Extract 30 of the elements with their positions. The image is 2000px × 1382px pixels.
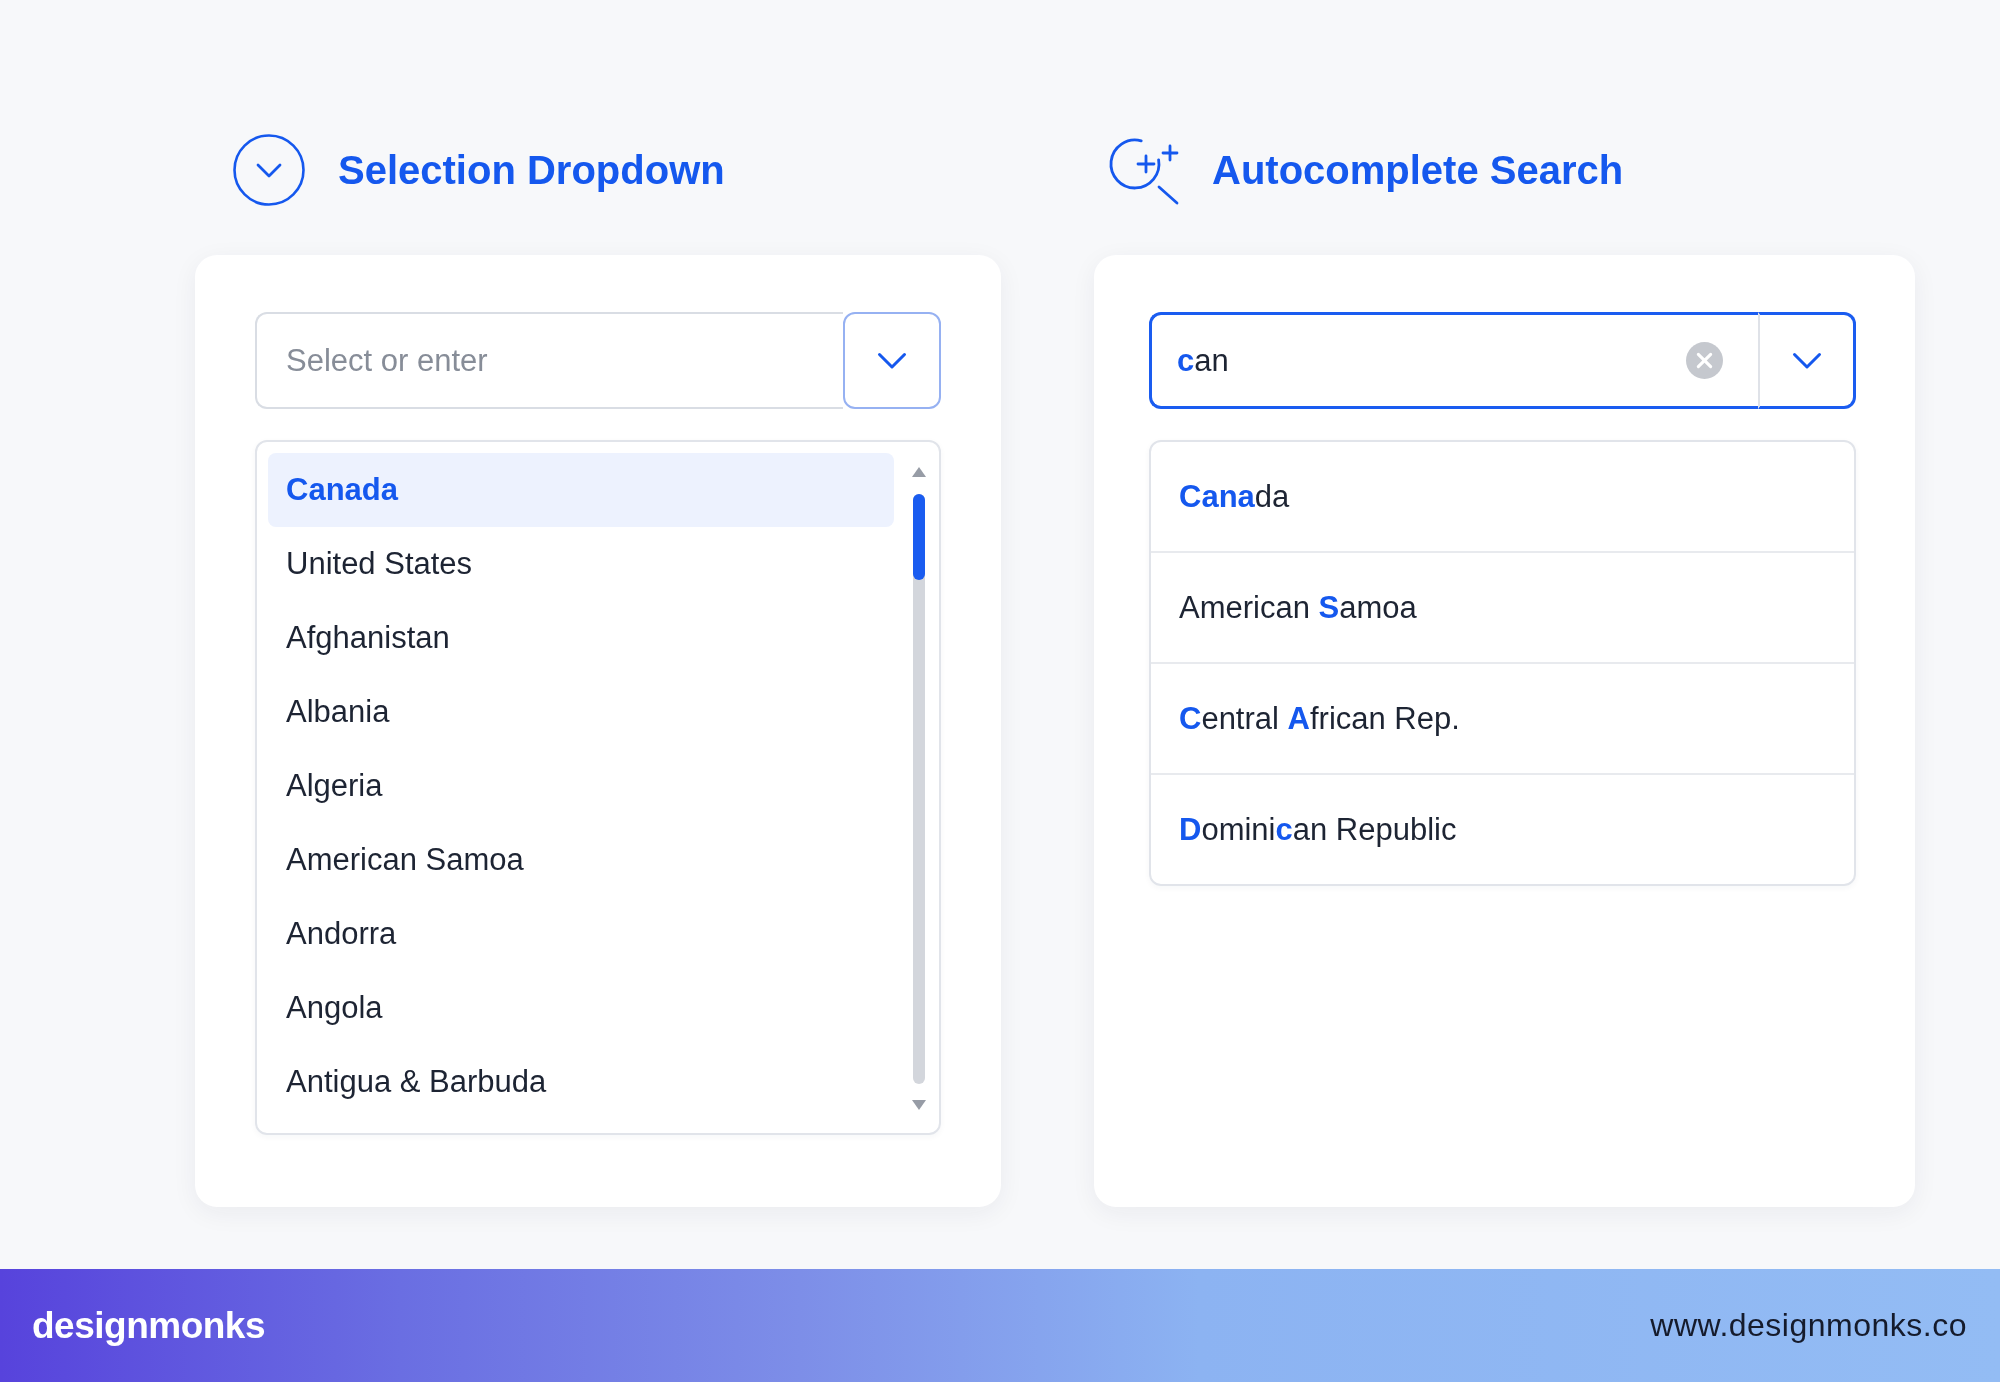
- clear-button[interactable]: [1686, 342, 1723, 379]
- scrollbar-track[interactable]: [913, 494, 925, 1084]
- suggestion-item[interactable]: American Samoa: [1151, 551, 1854, 662]
- search-field[interactable]: can: [1149, 312, 1758, 409]
- suggestion-item[interactable]: Canada: [1151, 442, 1854, 551]
- select-input[interactable]: Select or enter: [255, 312, 843, 409]
- option-item[interactable]: Canada: [268, 453, 894, 527]
- option-item[interactable]: Antigua & Barbuda: [268, 1045, 894, 1119]
- scrollbar-thumb[interactable]: [913, 494, 925, 580]
- scroll-up-arrow-icon[interactable]: [912, 467, 926, 477]
- section-title: Autocomplete Search: [1212, 147, 1624, 193]
- option-item[interactable]: American Samoa: [268, 823, 894, 897]
- option-item[interactable]: Andorra: [268, 897, 894, 971]
- magnifier-plus-icon: [1108, 135, 1180, 205]
- section-title: Selection Dropdown: [338, 147, 725, 193]
- brand-logo: designmonks: [32, 1304, 265, 1347]
- close-icon: [1686, 342, 1723, 379]
- chevron-circle-icon: [233, 134, 305, 206]
- suggestion-item[interactable]: Dominican Republic: [1151, 773, 1854, 884]
- suggestion-item[interactable]: Central African Rep.: [1151, 662, 1854, 773]
- option-item[interactable]: United States: [268, 527, 894, 601]
- option-item[interactable]: Albania: [268, 675, 894, 749]
- option-item[interactable]: Algeria: [268, 749, 894, 823]
- chevron-down-icon: [877, 351, 907, 370]
- chevron-down-icon: [1791, 351, 1822, 370]
- option-item[interactable]: Afghanistan: [268, 601, 894, 675]
- dropdown-button[interactable]: [1758, 312, 1856, 409]
- scroll-down-arrow-icon[interactable]: [912, 1100, 926, 1110]
- website-url: www.designmonks.co: [1650, 1307, 1967, 1344]
- option-item[interactable]: Angola: [268, 971, 894, 1045]
